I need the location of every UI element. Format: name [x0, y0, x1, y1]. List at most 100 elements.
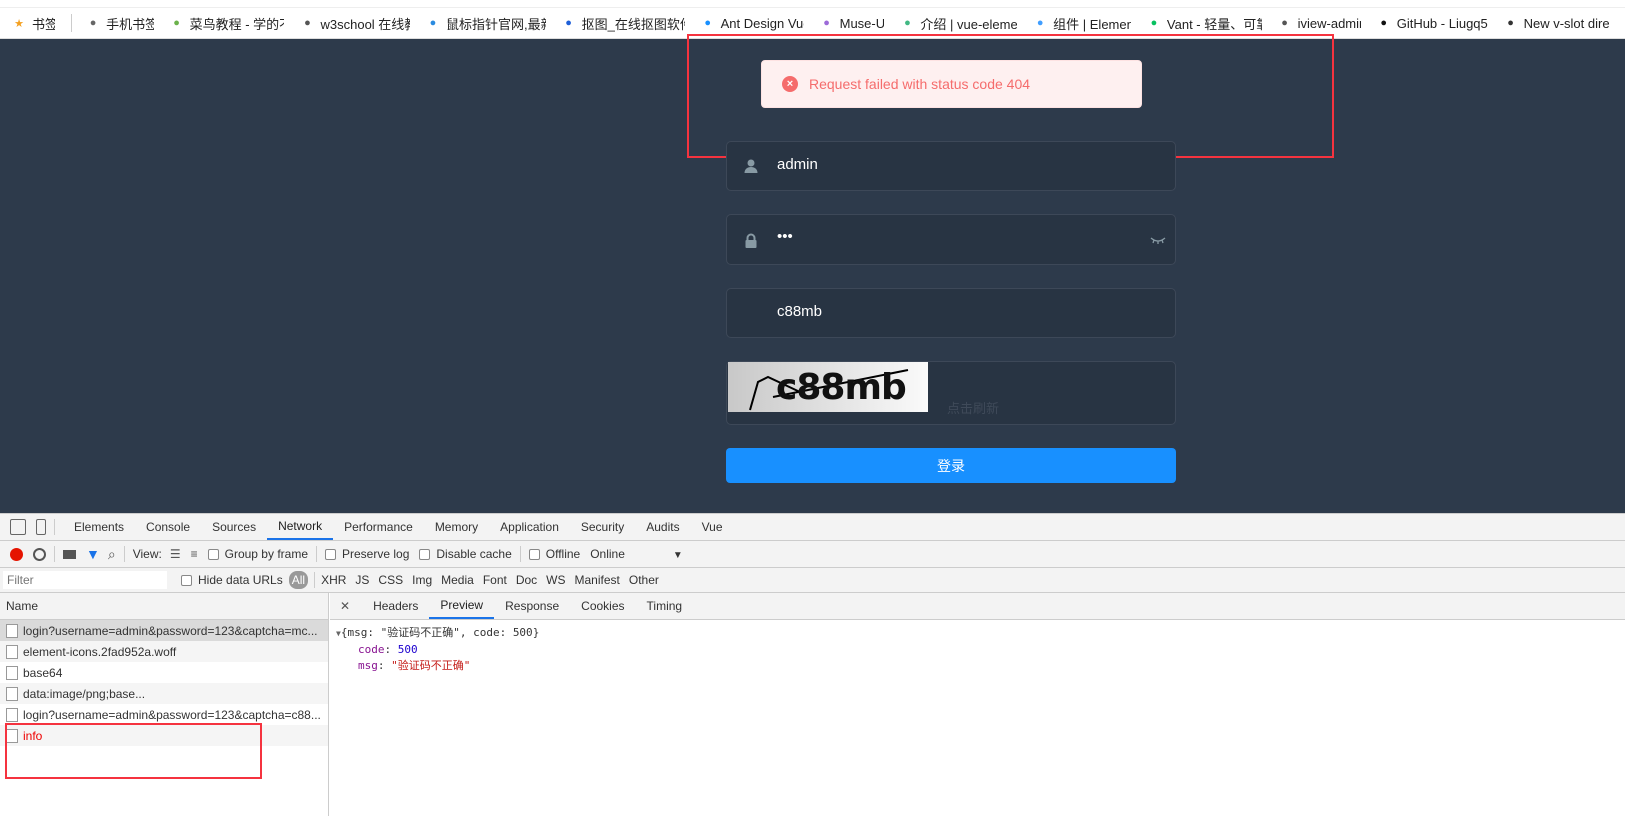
request-row[interactable]: element-icons.2fad952a.woff [0, 641, 328, 662]
filter-input[interactable] [3, 571, 167, 589]
divider [71, 14, 73, 32]
bookmark-label: iview-admin [1297, 15, 1361, 31]
detail-tab-headers[interactable]: Headers [362, 593, 429, 619]
overview-icon[interactable]: ≡ [191, 547, 198, 561]
bookmark-13[interactable]: ● New v-slot direc [1504, 16, 1609, 31]
detail-tab-timing[interactable]: Timing [636, 593, 694, 619]
bookmark-label: 抠图_在线抠图软件 [581, 16, 685, 32]
filter-type-manifest[interactable]: Manifest [575, 573, 620, 587]
bookmark-1[interactable]: ● 手机书签 [86, 14, 154, 33]
disable-cache-checkbox[interactable]: Disable cache [419, 547, 512, 561]
bookmark-10[interactable]: ● Vant - 轻量、可靠 [1147, 14, 1262, 33]
phone-icon: ● [89, 17, 97, 29]
eye-closed-icon[interactable] [1150, 234, 1166, 246]
bookmark-5[interactable]: ● 抠图_在线抠图软件 [562, 14, 685, 33]
name-column-header[interactable]: Name [0, 593, 328, 620]
request-name: data:image/png;base... [23, 686, 146, 701]
lock-icon [745, 233, 757, 248]
login-button[interactable]: 登录 [726, 448, 1176, 483]
bookmark-11[interactable]: ● iview-admin [1278, 15, 1361, 31]
captcha-input[interactable]: c88mb [726, 288, 1176, 338]
bookmark-label: Ant Design Vue [720, 15, 804, 31]
bookmark-7[interactable]: ● Muse-UI [820, 15, 885, 31]
tab-application[interactable]: Application [489, 514, 570, 540]
filter-type-media[interactable]: Media [441, 573, 474, 587]
bookmark-12[interactable]: ● GitHub - Liugq57 [1377, 15, 1488, 31]
search-icon[interactable]: ⌕ [108, 546, 116, 563]
tab-vue[interactable]: Vue [691, 514, 734, 540]
dropdown-arrow-icon: ▼ [672, 550, 683, 561]
filter-type-img[interactable]: Img [412, 573, 432, 587]
close-icon[interactable]: ✕ [340, 599, 350, 613]
tab-sources[interactable]: Sources [201, 514, 267, 540]
password-input[interactable]: ••• [726, 214, 1176, 265]
request-row[interactable]: data:image/png;base... [0, 683, 328, 704]
username-input[interactable]: admin [726, 141, 1176, 191]
capture-screenshots-icon[interactable] [63, 549, 76, 559]
bookmark-9[interactable]: ● 组件 | Element [1033, 14, 1131, 33]
globe-icon: ● [304, 17, 311, 29]
offline-checkbox[interactable]: Offline [528, 547, 580, 561]
request-row[interactable]: login?username=admin&password=123&captch… [0, 620, 328, 641]
request-name: base64 [23, 665, 63, 680]
cursor-site-icon: ● [429, 17, 437, 29]
bookmark-label: GitHub - Liugq57 [1396, 15, 1488, 31]
record-icon[interactable] [10, 547, 23, 561]
filter-type-other[interactable]: Other [629, 573, 659, 587]
preview-content: ▼{msg: "验证码不正确", code: 500} code: 500 ms… [336, 625, 540, 672]
bookmark-4[interactable]: ● 鼠标指针官网,最新 [426, 14, 546, 33]
preview-summary[interactable]: ▼{msg: "验证码不正确", code: 500} [336, 625, 539, 642]
filter-type-xhr[interactable]: XHR [321, 573, 346, 587]
tab-security[interactable]: Security [570, 514, 635, 540]
filter-type-all[interactable]: All [288, 571, 309, 589]
bookmark-label: 组件 | Element [1053, 16, 1131, 32]
device-toolbar-icon[interactable] [36, 519, 46, 535]
inspect-element-icon[interactable] [10, 519, 26, 535]
tab-elements[interactable]: Elements [63, 514, 135, 540]
filter-icon[interactable]: ▼ [86, 546, 100, 562]
large-rows-icon[interactable]: ☰ [170, 547, 181, 561]
request-name: login?username=admin&password=123&captch… [23, 623, 318, 638]
runoob-icon: ● [173, 17, 180, 29]
tab-memory[interactable]: Memory [424, 514, 489, 540]
filter-type-font[interactable]: Font [483, 573, 507, 587]
captcha-text: c88mb [776, 367, 907, 408]
bookmark-0[interactable]: ★ 书签 [12, 14, 55, 33]
bookmark-3[interactable]: ● w3school 在线教 [300, 14, 410, 33]
detail-tab-response[interactable]: Response [494, 593, 570, 619]
bookmark-label: 书签 [32, 16, 55, 32]
bookmark-2[interactable]: ● 菜鸟教程 - 学的不 [170, 14, 285, 33]
hide-data-urls-checkbox[interactable]: Hide data URLs [181, 573, 283, 587]
captcha-row: c88mb 点击刷新 [726, 361, 1176, 425]
password-value: ••• [777, 228, 793, 245]
tab-network[interactable]: Network [267, 514, 334, 540]
vue-icon: ● [904, 17, 911, 29]
request-row[interactable]: login?username=admin&password=123&captch… [0, 704, 328, 725]
bookmark-label: 菜鸟教程 - 学的不 [189, 16, 285, 32]
bookmark-label: 手机书签 [106, 16, 154, 32]
devtools-tabbar: Elements Console Sources Network Performance… [0, 513, 1625, 541]
captcha-image[interactable]: c88mb [728, 362, 928, 412]
request-list: Name login?username=admin&password=123&c… [0, 593, 329, 816]
request-row[interactable]: base64 [0, 662, 328, 683]
username-value: admin [777, 156, 818, 173]
throttling-select[interactable]: Online ▼ [590, 547, 683, 561]
file-icon [6, 623, 18, 638]
filter-type-css[interactable]: CSS [378, 573, 403, 587]
tab-audits[interactable]: Audits [635, 514, 690, 540]
muse-icon: ● [823, 17, 830, 29]
detail-tab-cookies[interactable]: Cookies [570, 593, 635, 619]
group-by-frame-checkbox[interactable]: Group by frame [207, 547, 308, 561]
clear-icon[interactable] [33, 547, 46, 561]
bookmark-8[interactable]: ● 介绍 | vue-elemen [900, 14, 1017, 33]
tab-console[interactable]: Console [135, 514, 201, 540]
preserve-log-checkbox[interactable]: Preserve log [325, 547, 409, 561]
filter-type-ws[interactable]: WS [546, 573, 565, 587]
filter-type-js[interactable]: JS [355, 573, 369, 587]
filter-type-doc[interactable]: Doc [516, 573, 537, 587]
detail-tab-preview[interactable]: Preview [429, 593, 495, 619]
refresh-hint[interactable]: 点击刷新 [947, 398, 999, 417]
bookmark-6[interactable]: ● Ant Design Vue [701, 15, 804, 31]
bookmark-label: Muse-UI [839, 15, 885, 31]
tab-performance[interactable]: Performance [333, 514, 424, 540]
